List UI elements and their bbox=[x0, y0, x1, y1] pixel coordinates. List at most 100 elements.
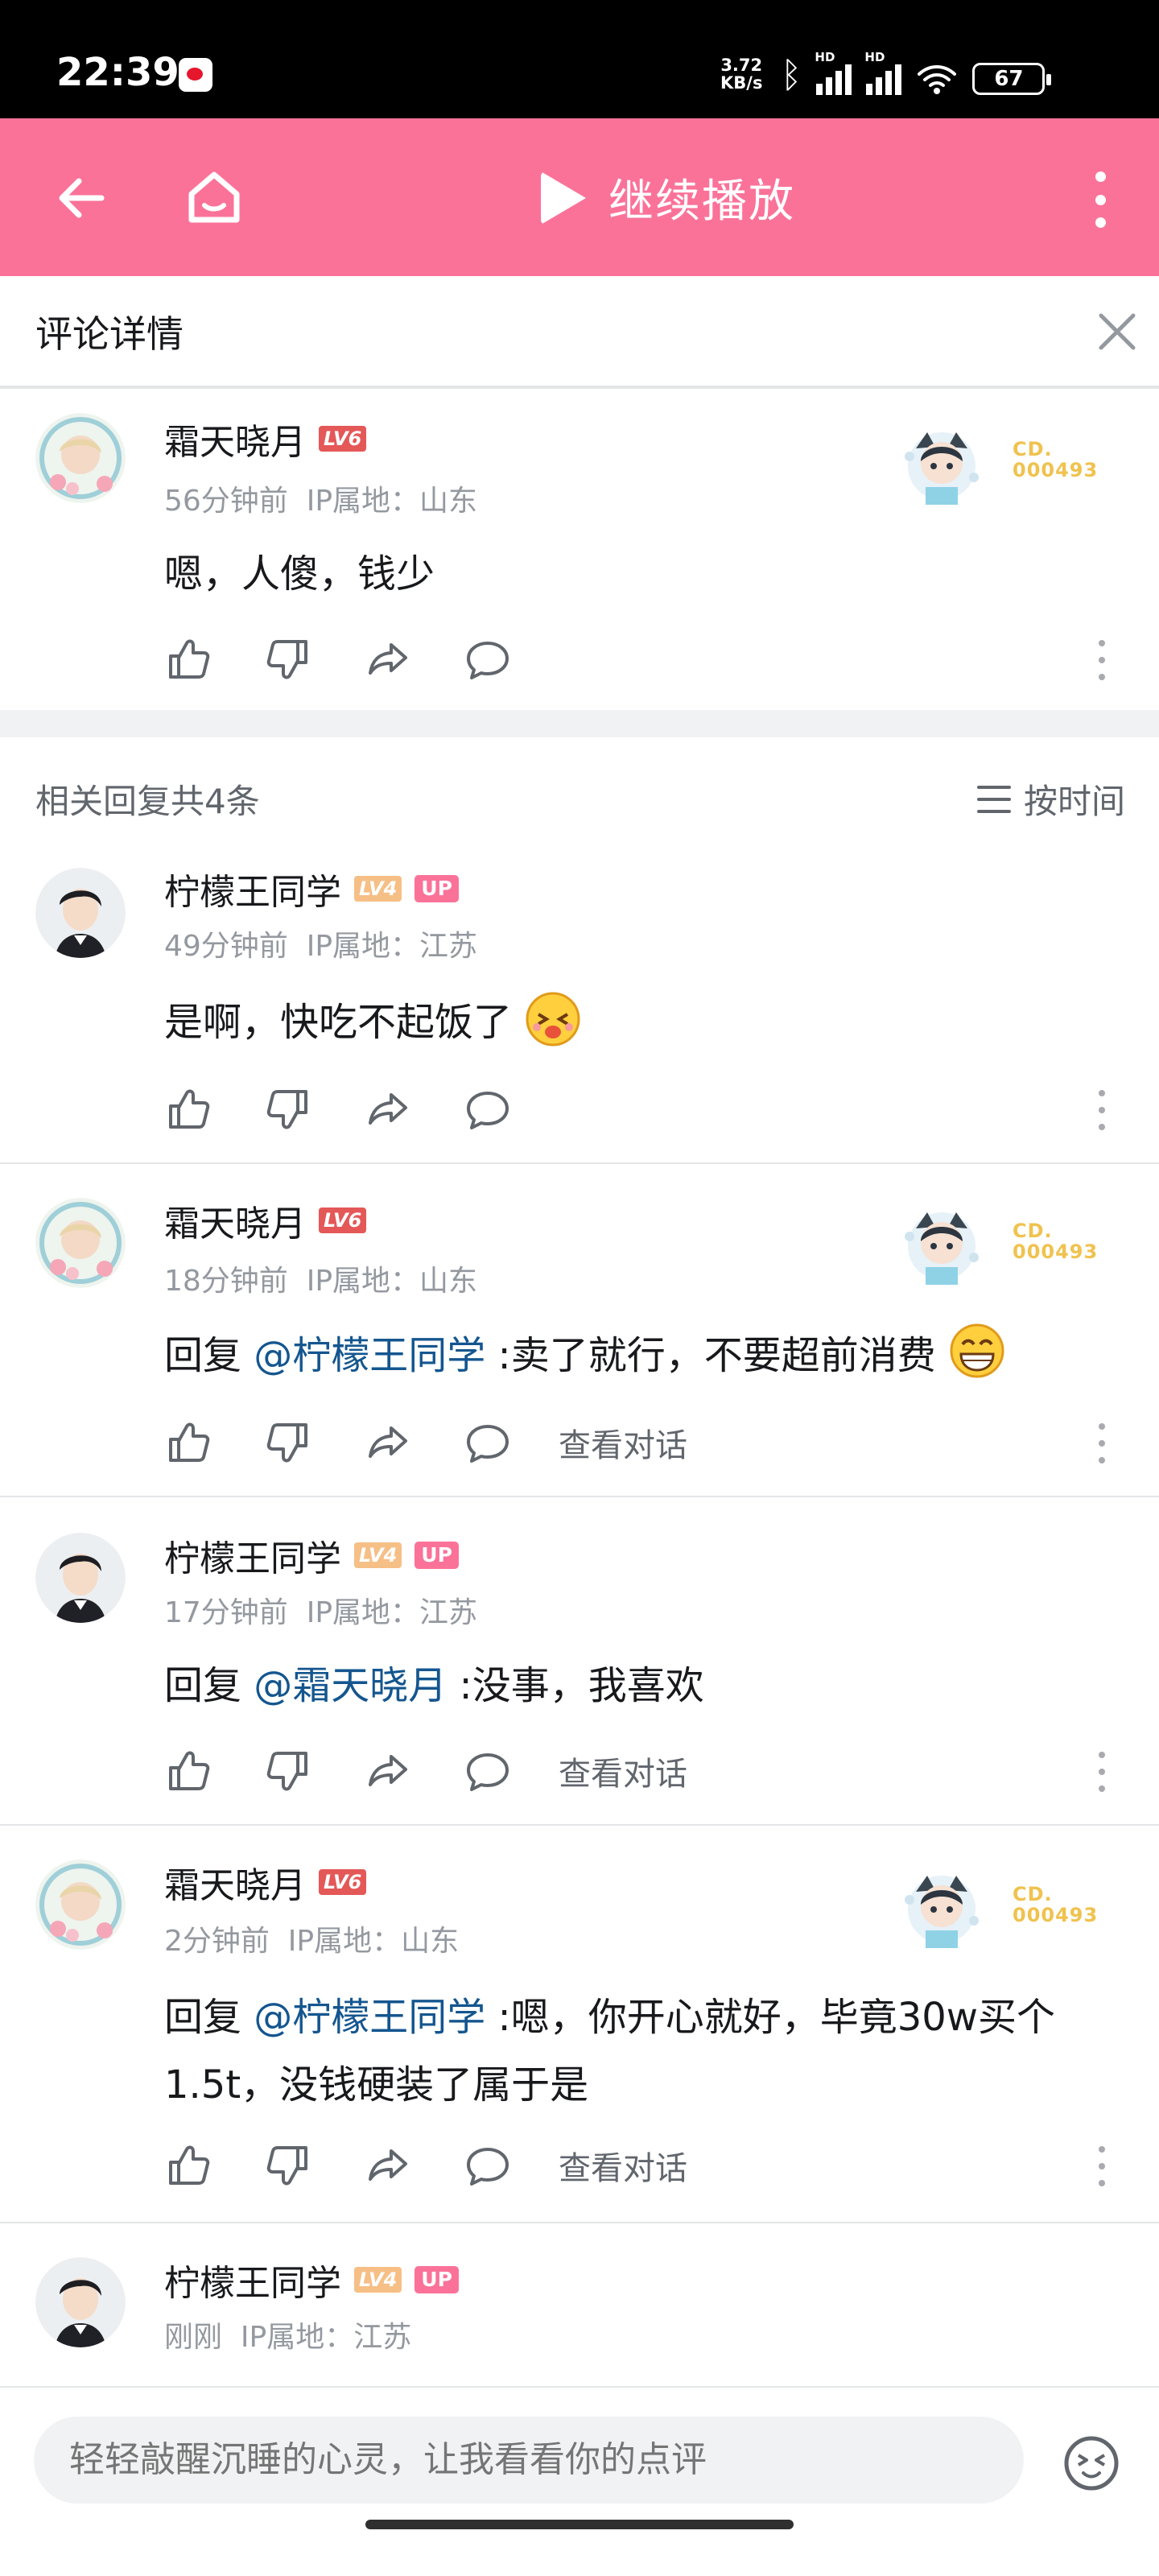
grinning-emoji-icon bbox=[950, 1323, 1004, 1378]
comment-author[interactable]: 柠檬王同学 LV4 UP bbox=[164, 863, 459, 914]
divider bbox=[0, 1496, 1159, 1497]
mention-link[interactable]: @霜天晓月 bbox=[254, 1663, 447, 1708]
reply-icon[interactable] bbox=[464, 1747, 512, 1795]
share-icon[interactable] bbox=[364, 1085, 412, 1133]
back-arrow-icon[interactable] bbox=[53, 170, 109, 226]
comment-time: 刚刚 bbox=[164, 2321, 223, 2354]
comment-author[interactable]: 霜天晓月 LV6 bbox=[164, 1856, 367, 1908]
page-title: 评论详情 bbox=[35, 312, 184, 356]
share-icon[interactable] bbox=[364, 635, 412, 683]
avatar[interactable] bbox=[35, 413, 126, 503]
username[interactable]: 霜天晓月 bbox=[164, 1195, 306, 1246]
comment-more-icon[interactable] bbox=[1096, 2146, 1107, 2186]
reply-icon[interactable] bbox=[464, 1418, 512, 1467]
view-conversation-link[interactable]: 查看对话 bbox=[559, 1748, 687, 1794]
username[interactable]: 柠檬王同学 bbox=[164, 2254, 341, 2306]
comment-text: 回复 @柠檬王同学 :卖了就行，不要超前消费 bbox=[164, 1322, 1098, 1389]
like-icon[interactable] bbox=[164, 1418, 212, 1467]
fan-badge-code: 000493 bbox=[1013, 1241, 1099, 1263]
comment-more-icon[interactable] bbox=[1096, 640, 1107, 680]
continue-play-button[interactable]: 继续播放 bbox=[541, 165, 795, 230]
reply-icon[interactable] bbox=[464, 635, 512, 683]
signal-icon-2: HD bbox=[864, 50, 902, 95]
signal-icon-1: HD bbox=[815, 50, 852, 95]
like-icon[interactable] bbox=[164, 635, 212, 683]
sort-by-time-button[interactable]: 按时间 bbox=[977, 774, 1125, 824]
divider bbox=[0, 2222, 1159, 2223]
emoji-icon[interactable] bbox=[1062, 2434, 1120, 2492]
reply-icon[interactable] bbox=[464, 2141, 512, 2190]
like-icon[interactable] bbox=[164, 2141, 212, 2190]
fan-badge-prefix: CD. bbox=[1013, 438, 1053, 460]
comment-time: 18分钟前 bbox=[164, 1265, 288, 1298]
share-icon[interactable] bbox=[364, 1747, 412, 1795]
username[interactable]: 柠檬王同学 bbox=[164, 1530, 341, 1581]
close-icon[interactable] bbox=[1095, 309, 1140, 354]
network-speed-value: 3.72 bbox=[720, 56, 763, 75]
dislike-icon[interactable] bbox=[264, 1418, 312, 1467]
username[interactable]: 霜天晓月 bbox=[164, 413, 306, 464]
mention-link[interactable]: @柠檬王同学 bbox=[254, 1333, 485, 1378]
comment-input-bar bbox=[0, 2386, 1159, 2576]
comment-author[interactable]: 柠檬王同学 LV4 UP bbox=[164, 1530, 459, 1581]
comment-actions: 查看对话 bbox=[164, 2140, 687, 2191]
comment-more-icon[interactable] bbox=[1096, 1090, 1107, 1130]
dislike-icon[interactable] bbox=[264, 1085, 312, 1133]
share-icon[interactable] bbox=[364, 1418, 412, 1467]
fan-badge-icon bbox=[893, 1196, 990, 1293]
signal-hd-label-2: HD bbox=[864, 50, 885, 64]
comment-actions: 查看对话 bbox=[164, 1417, 687, 1468]
comment-author[interactable]: 柠檬王同学 LV4 UP bbox=[164, 2254, 459, 2306]
play-icon bbox=[541, 171, 586, 225]
comment-ip: IP属地：山东 bbox=[306, 485, 478, 518]
username[interactable]: 霜天晓月 bbox=[164, 1856, 306, 1908]
fan-badge-icon bbox=[893, 416, 990, 513]
username[interactable]: 柠檬王同学 bbox=[164, 863, 341, 914]
like-icon[interactable] bbox=[164, 1747, 212, 1795]
comment-more-icon[interactable] bbox=[1096, 1752, 1107, 1792]
comment-meta: 17分钟前 IP属地：江苏 bbox=[164, 1589, 477, 1631]
avatar[interactable] bbox=[35, 1533, 126, 1623]
sort-label: 按时间 bbox=[1024, 782, 1126, 821]
home-indicator bbox=[365, 2520, 794, 2529]
comment-author[interactable]: 霜天晓月 LV6 bbox=[164, 413, 367, 464]
share-icon[interactable] bbox=[364, 2141, 412, 2190]
comment-ip: IP属地：江苏 bbox=[306, 1596, 478, 1629]
comment-text: 嗯，人傻，钱少 bbox=[164, 551, 435, 597]
comment-input[interactable] bbox=[34, 2417, 1024, 2504]
home-icon[interactable] bbox=[182, 165, 246, 229]
view-conversation-link[interactable]: 查看对话 bbox=[559, 2142, 687, 2189]
avatar[interactable] bbox=[35, 868, 126, 958]
comment-more-icon[interactable] bbox=[1096, 1423, 1107, 1463]
replies-count: 相关回复共4条 bbox=[35, 782, 260, 821]
level-badge: LV6 bbox=[319, 1869, 367, 1895]
dislike-icon[interactable] bbox=[264, 635, 312, 683]
comment-ip: IP属地：山东 bbox=[306, 1265, 478, 1298]
like-icon[interactable] bbox=[164, 1085, 212, 1133]
status-time: 22:39 bbox=[56, 50, 179, 95]
mention-link[interactable]: @柠檬王同学 bbox=[254, 1995, 485, 2040]
signal-hd-label: HD bbox=[815, 50, 835, 64]
level-badge: LV4 bbox=[354, 2267, 402, 2293]
avatar[interactable] bbox=[35, 1198, 126, 1288]
reply-text: 是啊，快吃不起饭了 bbox=[164, 1000, 513, 1045]
dislike-icon[interactable] bbox=[264, 2141, 312, 2190]
more-menu-icon[interactable] bbox=[1091, 171, 1109, 228]
laughing-emoji-icon bbox=[526, 992, 580, 1046]
reply-prefix: 回复 bbox=[164, 1995, 254, 2040]
dislike-icon[interactable] bbox=[264, 1747, 312, 1795]
avatar[interactable] bbox=[35, 1860, 126, 1950]
level-badge: LV6 bbox=[319, 1208, 367, 1233]
comment-meta: 49分钟前 IP属地：江苏 bbox=[164, 923, 477, 964]
comment-author[interactable]: 霜天晓月 LV6 bbox=[164, 1195, 367, 1246]
reply-icon[interactable] bbox=[464, 1085, 512, 1133]
level-badge: LV6 bbox=[319, 426, 367, 452]
avatar[interactable] bbox=[35, 2257, 126, 2347]
comment-ip: IP属地：山东 bbox=[287, 1925, 460, 1958]
view-conversation-link[interactable]: 查看对话 bbox=[559, 1419, 687, 1466]
sort-icon bbox=[977, 785, 1011, 813]
bluetooth-icon: ᛒ bbox=[781, 55, 802, 96]
reply-text: :卖了就行，不要超前消费 bbox=[485, 1333, 936, 1378]
wifi-icon bbox=[918, 65, 957, 94]
comment-time: 2分钟前 bbox=[164, 1925, 270, 1958]
